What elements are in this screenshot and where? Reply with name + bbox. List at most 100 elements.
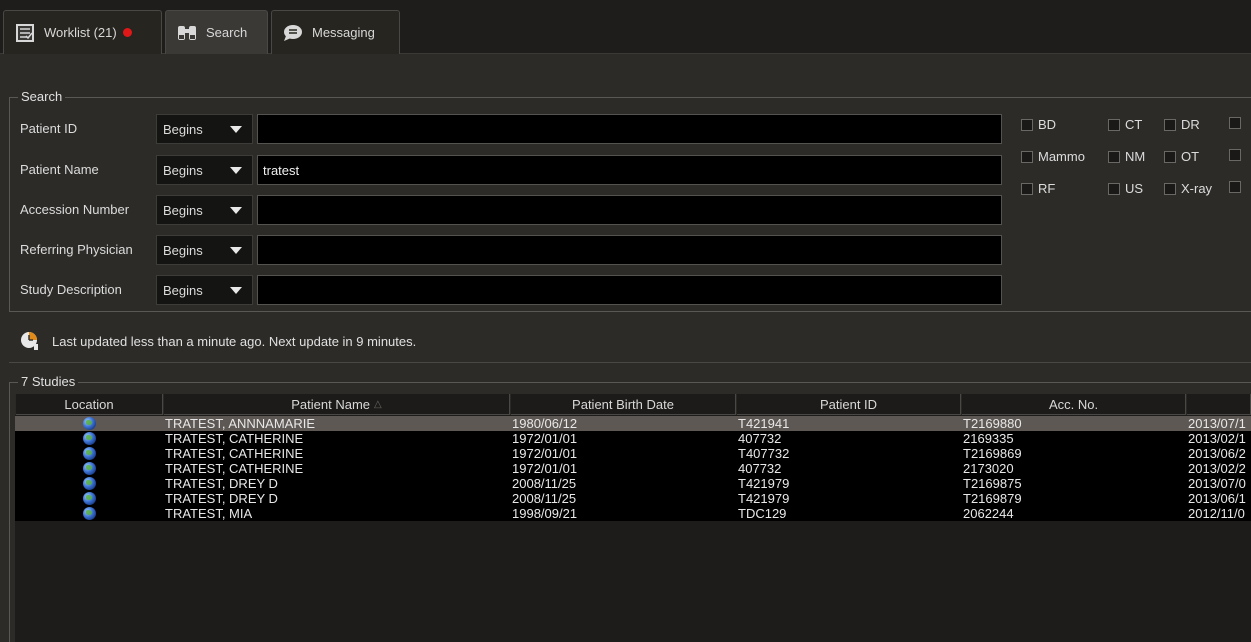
acc-no-cell: 2169335 [963, 431, 1014, 446]
study-description-input[interactable] [257, 275, 1002, 305]
update-status: Last updated less than a minute ago. Nex… [20, 331, 416, 351]
dropdown-arrow-icon [230, 247, 242, 254]
table-row[interactable]: TRATEST, CATHERINE 1972/01/01 407732 217302… [15, 461, 1251, 476]
dropdown-arrow-icon [230, 167, 242, 174]
birth-date-cell: 1980/06/12 [512, 416, 578, 431]
patient-id-cell: T421979 [738, 476, 790, 491]
table-row[interactable]: TRATEST, CATHERINE 1972/01/01 T407732 T2169… [15, 446, 1251, 461]
patient-id-cell: T407732 [738, 446, 790, 461]
table-row[interactable]: TRATEST, DREY D 2008/11/25 T421979 T2169879… [15, 491, 1251, 506]
dropdown-arrow-icon [230, 207, 242, 214]
acc-no-cell: T2169880 [963, 416, 1022, 431]
study-description-match-value: Begins [163, 282, 203, 298]
modality-label: DR [1181, 117, 1200, 132]
location-cell [15, 506, 163, 521]
study-date-cell: 2013/07/0 [1188, 476, 1246, 491]
modality-checkbox-rf[interactable]: RF [1021, 181, 1055, 196]
patient-id-cell: T421979 [738, 491, 790, 506]
study-date-cell: 2013/07/1 [1188, 416, 1246, 431]
column-header-label: Patient Name [291, 397, 371, 412]
column-header-study-date[interactable] [1186, 394, 1251, 415]
patient-id-cell: T421941 [738, 416, 790, 431]
checkbox-box [1229, 181, 1241, 193]
patient-name-label: Patient Name [20, 162, 99, 177]
column-header-label: Location [64, 397, 114, 412]
referring-physician-input[interactable] [257, 235, 1002, 265]
modality-checkbox-more-2[interactable] [1229, 149, 1246, 161]
update-status-text: Last updated less than a minute ago. Nex… [52, 333, 417, 349]
modality-checkbox-us[interactable]: US [1108, 181, 1143, 196]
modality-checkbox-xray[interactable]: X-ray [1164, 181, 1212, 196]
acc-no-cell: 2062244 [963, 506, 1014, 521]
modality-label: CT [1125, 117, 1143, 132]
studies-table: Location Patient Name △ Patient Birth Dat… [15, 394, 1251, 642]
study-description-label: Study Description [20, 282, 122, 297]
acc-no-cell: T2169879 [963, 491, 1022, 506]
patient-id-cell: 407732 [738, 461, 782, 476]
speech-bubble-icon [282, 23, 304, 43]
location-cell [15, 491, 163, 506]
patient-id-input[interactable] [257, 114, 1002, 144]
checkbox-box [1229, 149, 1241, 161]
dropdown-arrow-icon [230, 126, 242, 133]
modality-checkbox-bd[interactable]: BD [1021, 117, 1056, 132]
patient-name-cell: TRATEST, CATHERINE [165, 461, 304, 476]
study-date-cell: 2013/06/1 [1188, 491, 1246, 506]
patient-id-match-value: Begins [163, 121, 203, 137]
globe-icon [82, 432, 96, 445]
checkbox-box [1164, 118, 1176, 131]
study-date-cell: 2013/06/2 [1188, 446, 1246, 461]
patient-id-match-select[interactable]: Begins [156, 114, 253, 144]
tab-worklist[interactable]: Worklist (21) [3, 10, 162, 54]
column-header-birth-date[interactable]: Patient Birth Date [510, 394, 736, 415]
referring-physician-match-value: Begins [163, 242, 203, 258]
worklist-icon [14, 23, 36, 43]
checkbox-box [1108, 182, 1120, 195]
dropdown-arrow-icon [230, 287, 242, 294]
accession-number-match-select[interactable]: Begins [156, 195, 253, 225]
birth-date-cell: 2008/11/25 [512, 491, 577, 506]
tab-messaging[interactable]: Messaging [271, 10, 400, 54]
column-header-patient-name[interactable]: Patient Name △ [163, 394, 510, 415]
modality-label: OT [1181, 149, 1200, 164]
binoculars-icon [176, 23, 198, 43]
globe-icon [82, 462, 96, 475]
table-row[interactable]: TRATEST, DREY D 2008/11/25 T421979 T2169875… [15, 476, 1251, 491]
patient-name-cell: TRATEST, DREY D [165, 476, 278, 491]
patient-name-cell: TRATEST, CATHERINE [165, 431, 304, 446]
patient-name-match-select[interactable]: Begins [156, 155, 253, 185]
modality-checkbox-ot[interactable]: OT [1164, 149, 1199, 164]
search-panel-title: Search [18, 89, 66, 104]
globe-icon [82, 417, 96, 430]
location-cell [15, 416, 163, 431]
modality-label: US [1125, 181, 1144, 196]
acc-no-cell: 2173020 [963, 461, 1014, 476]
study-description-match-select[interactable]: Begins [156, 275, 253, 305]
modality-label: BD [1038, 117, 1057, 132]
table-row[interactable]: TRATEST, ANNNAMARIE 1980/06/12 T421941 T216… [15, 416, 1251, 431]
clock-icon [20, 331, 40, 351]
table-row[interactable]: TRATEST, CATHERINE 1972/01/01 407732 216933… [15, 431, 1251, 446]
accession-number-input[interactable] [257, 195, 1002, 225]
column-header-label: Patient ID [819, 397, 878, 412]
checkbox-box [1021, 150, 1033, 163]
column-header-patient-id[interactable]: Patient ID [736, 394, 961, 415]
column-header-location[interactable]: Location [15, 394, 163, 415]
patient-id-label: Patient ID [20, 121, 78, 136]
study-date-cell: 2012/11/0 [1188, 506, 1245, 521]
referring-physician-match-select[interactable]: Begins [156, 235, 253, 265]
checkbox-box [1108, 150, 1120, 163]
column-header-acc-no[interactable]: Acc. No. [961, 394, 1186, 415]
modality-checkbox-ct[interactable]: CT [1108, 117, 1142, 132]
modality-checkbox-nm[interactable]: NM [1108, 149, 1145, 164]
modality-checkbox-mammo[interactable]: Mammo [1021, 149, 1085, 164]
patient-name-input[interactable]: tratest [257, 155, 1002, 185]
modality-checkbox-more-1[interactable] [1229, 117, 1246, 129]
globe-icon [82, 477, 96, 490]
modality-checkbox-more-3[interactable] [1229, 181, 1246, 193]
table-row[interactable]: TRATEST, MIA 1998/09/21 TDC129 2062244 2012/… [15, 506, 1251, 521]
tab-search[interactable]: Search [165, 10, 268, 54]
tab-worklist-label: Worklist (21) [44, 25, 117, 40]
modality-checkbox-dr[interactable]: DR [1164, 117, 1200, 132]
patient-id-cell: 407732 [738, 431, 782, 446]
